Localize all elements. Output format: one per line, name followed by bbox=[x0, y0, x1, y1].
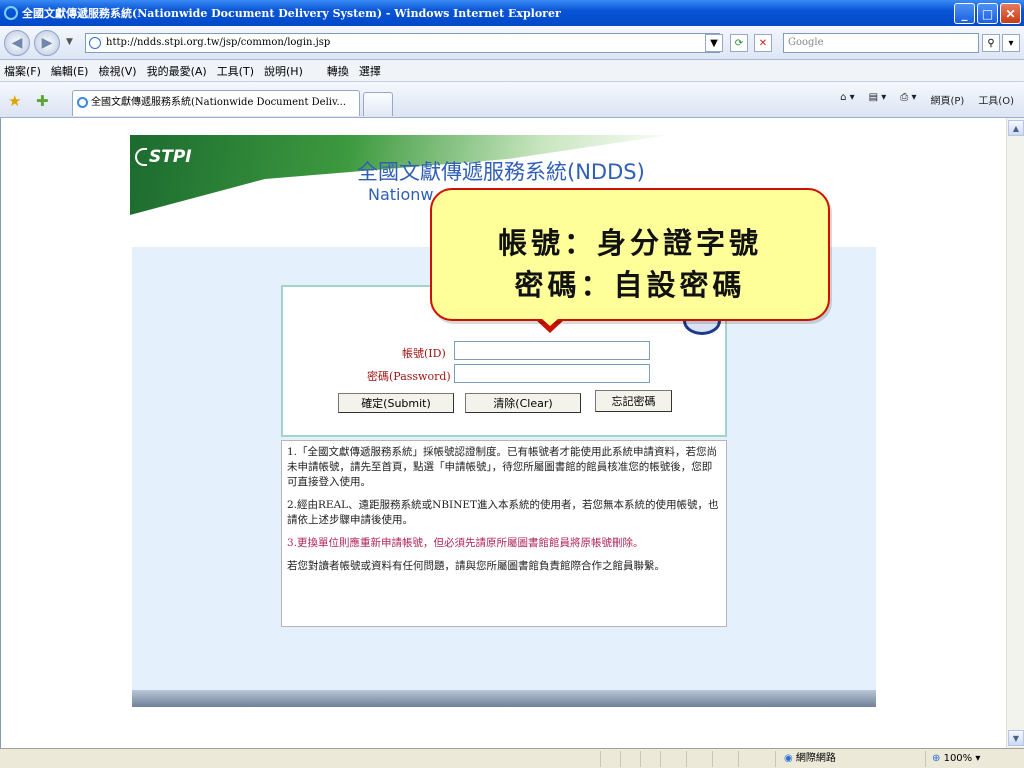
scroll-up-icon[interactable]: ▲ bbox=[1008, 120, 1024, 136]
feeds-icon[interactable]: ▤ ▾ bbox=[869, 92, 887, 107]
add-favorite-icon[interactable]: ✚ bbox=[36, 92, 49, 110]
zoom-text: 100% bbox=[943, 753, 973, 764]
zone-indicator: ◉ 網際網路 bbox=[775, 751, 925, 767]
address-toolbar: ◀ ▶ ▼ http://ndds.stpi.org.tw/jsp/common… bbox=[0, 26, 1024, 60]
close-button[interactable]: ✕ bbox=[1000, 3, 1021, 24]
zoom-dropdown-icon[interactable]: ▾ bbox=[975, 753, 980, 764]
notice-1: 1.「全國文獻傳遞服務系統」採帳號認證制度。已有帳號者才能使用此系統申請資料，若… bbox=[287, 446, 718, 488]
search-icon[interactable]: ⚲ bbox=[982, 34, 1000, 52]
ie-icon bbox=[4, 6, 18, 20]
menu-edit[interactable]: 編輯(E) bbox=[51, 63, 89, 79]
zoom-control[interactable]: ⊕ 100% ▾ bbox=[925, 751, 1024, 767]
zoom-icon: ⊕ bbox=[932, 753, 941, 764]
password-input[interactable] bbox=[454, 364, 650, 383]
panel-footer-bar bbox=[132, 690, 876, 707]
callout-line-2: 密碼：自設密碼 bbox=[514, 268, 746, 302]
notice-2: 2.經由REAL、遠距服務系統或NBINET進入本系統的使用者，若您無本系統的使… bbox=[287, 499, 719, 526]
menu-tools[interactable]: 工具(T) bbox=[217, 63, 254, 79]
page-menu[interactable]: 網頁(P) bbox=[930, 92, 964, 107]
forward-button[interactable]: ▶ bbox=[34, 30, 60, 56]
clear-button[interactable]: 清除(Clear) bbox=[465, 393, 581, 413]
submit-button[interactable]: 確定(Submit) bbox=[338, 393, 454, 413]
tab-current[interactable]: 全國文獻傳遞服務系統(Nationwide Document Deliv... bbox=[72, 90, 360, 116]
id-input[interactable] bbox=[454, 341, 650, 360]
callout-line-1: 帳號：身分證字號 bbox=[497, 226, 762, 260]
zone-text: 網際網路 bbox=[795, 753, 836, 764]
globe-icon: ◉ bbox=[784, 753, 793, 764]
stpi-logo: STPI bbox=[135, 147, 192, 167]
print-icon[interactable]: ⎙ ▾ bbox=[900, 92, 916, 107]
page-icon bbox=[89, 37, 101, 49]
callout-tail-fill bbox=[524, 303, 576, 326]
id-label: 帳號(ID) bbox=[402, 347, 446, 360]
window-title: 全國文獻傳遞服務系統(Nationwide Document Delivery … bbox=[22, 7, 561, 20]
password-label: 密碼(Password) bbox=[367, 370, 451, 383]
notice-4: 若您對讀者帳號或資料有任何問題，請與您所屬圖書館負責館際合作之館員聯繫。 bbox=[287, 560, 665, 572]
maximize-button[interactable]: □ bbox=[977, 3, 998, 24]
url-text: http://ndds.stpi.org.tw/jsp/common/login… bbox=[106, 37, 331, 48]
favorites-star-icon[interactable]: ★ bbox=[8, 92, 21, 110]
menu-favorites[interactable]: 我的最愛(A) bbox=[147, 63, 207, 79]
tab-ie-icon bbox=[77, 97, 88, 108]
minimize-button[interactable]: _ bbox=[954, 3, 975, 24]
system-name-en: Nationw bbox=[368, 185, 434, 204]
menu-select[interactable]: 選擇 bbox=[359, 63, 381, 79]
notice-box: 1.「全國文獻傳遞服務系統」採帳號認證制度。已有帳號者才能使用此系統申請資料，若… bbox=[281, 440, 727, 627]
status-bar: ◉ 網際網路 ⊕ 100% ▾ bbox=[0, 748, 1024, 768]
window-titlebar: 全國文獻傳遞服務系統(Nationwide Document Delivery … bbox=[0, 0, 1024, 26]
forgot-password-button[interactable]: 忘記密碼 bbox=[595, 390, 672, 412]
menu-view[interactable]: 檢視(V) bbox=[98, 63, 136, 79]
url-dropdown-icon[interactable]: ▼ bbox=[705, 34, 723, 52]
notice-3: 3.更換單位則應重新申請帳號，但必須先請原所屬圖書館館員將原帳號刪除。 bbox=[287, 537, 644, 549]
url-field[interactable]: http://ndds.stpi.org.tw/jsp/common/login… bbox=[85, 33, 720, 53]
search-options-icon[interactable]: ▾ bbox=[1002, 34, 1020, 52]
new-tab-button[interactable] bbox=[363, 92, 393, 116]
history-dropdown-icon[interactable]: ▼ bbox=[66, 37, 73, 47]
tools-menu[interactable]: 工具(O) bbox=[978, 92, 1014, 107]
system-name: 全國文獻傳遞服務系統(NDDS) bbox=[357, 160, 645, 184]
refresh-icon[interactable]: ⟳ bbox=[730, 34, 748, 52]
scroll-down-icon[interactable]: ▼ bbox=[1008, 730, 1024, 746]
back-button[interactable]: ◀ bbox=[4, 30, 30, 56]
menu-help[interactable]: 說明(H) bbox=[264, 63, 303, 79]
vertical-scrollbar[interactable]: ▲ ▼ bbox=[1006, 118, 1024, 748]
search-input[interactable]: Google bbox=[783, 33, 979, 53]
tab-label: 全國文獻傳遞服務系統(Nationwide Document Deliv... bbox=[91, 97, 346, 108]
stop-icon[interactable]: ✕ bbox=[754, 34, 772, 52]
tab-bar: ★ ✚ 全國文獻傳遞服務系統(Nationwide Document Deliv… bbox=[0, 82, 1024, 118]
menu-file[interactable]: 檔案(F) bbox=[4, 63, 41, 79]
menu-bar: 檔案(F) 編輯(E) 檢視(V) 我的最愛(A) 工具(T) 說明(H) 轉換… bbox=[0, 60, 1024, 82]
home-icon[interactable]: ⌂ ▾ bbox=[840, 92, 855, 107]
menu-convert[interactable]: 轉換 bbox=[327, 63, 349, 79]
